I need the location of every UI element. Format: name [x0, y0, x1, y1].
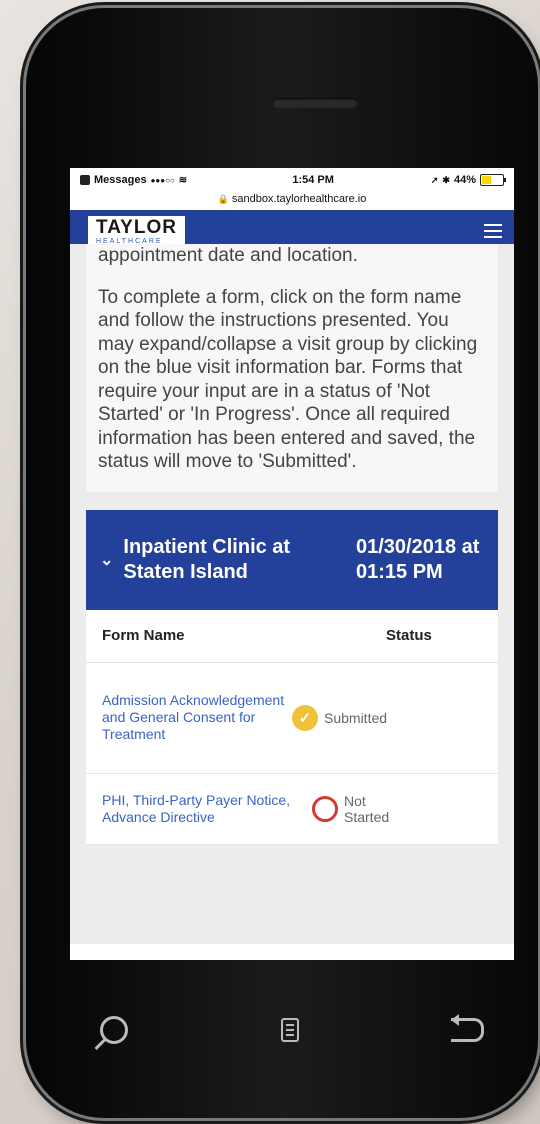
forms-table: Form Name Status Admission Acknowledgeme…: [86, 609, 498, 845]
form-link[interactable]: Admission Acknowledgement and General Co…: [102, 692, 292, 743]
instructions-paragraph: To complete a form, click on the form na…: [98, 286, 478, 473]
page-content: appointment date and location. To comple…: [70, 244, 514, 944]
search-icon[interactable]: [100, 1016, 128, 1044]
back-icon[interactable]: [451, 1014, 484, 1042]
table-header: Form Name Status: [86, 610, 498, 663]
battery-icon: [480, 174, 506, 186]
carrier-label: Messages: [94, 174, 147, 186]
menu-icon[interactable]: [280, 1018, 299, 1042]
earpiece-speaker: [272, 98, 358, 108]
table-row: PHI, Third-Party Payer Notice, Advance D…: [86, 774, 498, 845]
lock-icon: 🔒: [217, 194, 229, 204]
empty-circle-icon: [312, 795, 338, 822]
column-header-form-name: Form Name: [102, 627, 185, 644]
status-cell: Not Started: [312, 793, 430, 825]
url-bar[interactable]: 🔒 sandbox.taylorhealthcare.io: [70, 192, 514, 210]
battery-percent: 44%: [453, 174, 476, 186]
chevron-down-icon: ⌄: [100, 551, 114, 569]
status-text: Submitted: [324, 709, 388, 726]
table-row: Admission Acknowledgement and General Co…: [86, 663, 498, 774]
url-text: sandbox.taylorhealthcare.io: [231, 193, 367, 205]
messages-icon: [80, 175, 90, 185]
logo-name: TAYLOR: [96, 217, 177, 238]
check-circle-icon: ✓: [292, 704, 318, 731]
visit-information-bar[interactable]: ⌄ Inpatient Clinic at Staten Island 01/3…: [86, 509, 498, 610]
signal-icon: ●●●○○: [150, 175, 175, 185]
instructions-partial-line: appointment date and location.: [98, 245, 358, 266]
visit-location: Inpatient Clinic at Staten Island: [123, 535, 291, 583]
wifi-icon: ≋: [178, 174, 188, 186]
clock: 1:54 PM: [292, 174, 334, 186]
status-text: Not Started: [344, 792, 390, 825]
status-cell: ✓ Submitted: [292, 704, 410, 731]
form-link[interactable]: PHI, Third-Party Payer Notice, Advance D…: [102, 792, 312, 826]
phone-screen: Messages ●●●○○ ≋ 1:54 PM ➚ ✱ 44% 🔒 sandbo…: [70, 168, 514, 960]
bluetooth-icon: ✱: [442, 174, 450, 185]
status-bar: Messages ●●●○○ ≋ 1:54 PM ➚ ✱ 44%: [70, 168, 514, 192]
instructions-card: appointment date and location. To comple…: [86, 244, 498, 492]
hamburger-icon[interactable]: [484, 224, 502, 238]
taylor-healthcare-logo[interactable]: TAYLOR HEALTHCARE: [88, 216, 185, 246]
column-header-status: Status: [386, 627, 432, 644]
phone-hardware-buttons: [70, 985, 514, 1075]
location-icon: ➚: [430, 174, 439, 185]
visit-datetime: 01/30/2018 at 01:15 PM: [356, 535, 480, 583]
